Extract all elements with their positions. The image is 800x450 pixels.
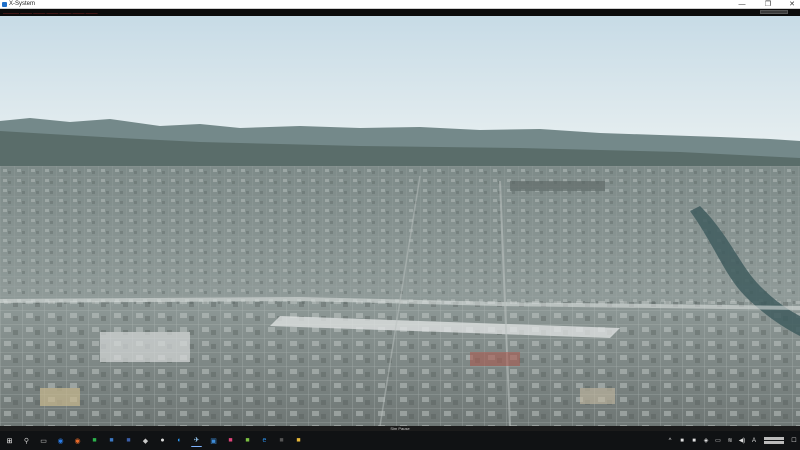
window-titlebar[interactable]: X-System — ❐ ✕	[0, 0, 800, 9]
red-roof-building	[470, 352, 520, 366]
city-blocks-near	[0, 301, 800, 426]
task-view-icon[interactable]: ▭	[38, 435, 49, 446]
app-icon	[2, 1, 7, 7]
xsystem-icon[interactable]: ✈	[191, 435, 202, 447]
maximize-button[interactable]: ❐	[762, 0, 774, 9]
photos-icon[interactable]: ▣	[208, 435, 219, 446]
large-building-block	[100, 332, 190, 362]
palace-grounds	[510, 181, 605, 191]
open-lot	[580, 388, 615, 404]
app-icon-blue[interactable]: ■	[106, 435, 117, 446]
app-icon-pink[interactable]: ■	[225, 435, 236, 446]
app-icon-navy[interactable]: ■	[123, 435, 134, 446]
clock-icon[interactable]	[764, 436, 784, 446]
sim-status-bar: ———— ——— ——— ——— ——— ——— ———	[0, 9, 800, 16]
aerial-city-scene	[0, 16, 800, 426]
system-tray: ^ ■ ■ ◈ ▭ ≋ ◀) A ☐	[664, 431, 800, 450]
notification-icon[interactable]: ☐	[790, 437, 798, 445]
simulator-viewport[interactable]	[0, 16, 800, 426]
windows-start-icon[interactable]: ⊞	[4, 435, 15, 446]
close-button[interactable]: ✕	[786, 0, 798, 9]
app-tray-blue-icon[interactable]: ■	[690, 437, 698, 445]
browser-icon[interactable]: ◉	[55, 435, 66, 446]
app-icon-light[interactable]: ●	[157, 435, 168, 446]
app-icon-dark[interactable]: ■	[276, 435, 287, 446]
app-icon-green[interactable]: ■	[89, 435, 100, 446]
window-title: X-System	[9, 0, 36, 7]
battery-icon[interactable]: ▭	[714, 437, 722, 445]
app-tray-green-icon[interactable]: ■	[678, 437, 686, 445]
sim-control-widget[interactable]	[760, 10, 788, 14]
sports-field	[40, 388, 80, 406]
shield-icon[interactable]: ◈	[702, 437, 710, 445]
minimize-button[interactable]: —	[736, 0, 748, 9]
edge-icon[interactable]: ◐	[174, 435, 185, 446]
firefox-icon[interactable]: ◉	[72, 435, 83, 446]
search-icon[interactable]: ⚲	[21, 435, 32, 446]
city-blocks-far	[0, 166, 800, 306]
chevron-up-icon[interactable]: ^	[666, 437, 674, 445]
volume-icon[interactable]: ◀)	[738, 437, 746, 445]
folder-icon[interactable]: ■	[293, 435, 304, 446]
sim-status-text: ———— ——— ——— ——— ——— ——— ———	[3, 10, 98, 15]
network-icon[interactable]: ≋	[726, 437, 734, 445]
app-icon-lime[interactable]: ■	[242, 435, 253, 446]
ime-icon[interactable]: A	[750, 437, 758, 445]
ie-icon[interactable]: e	[259, 435, 270, 446]
app-icon-gray[interactable]: ◆	[140, 435, 151, 446]
